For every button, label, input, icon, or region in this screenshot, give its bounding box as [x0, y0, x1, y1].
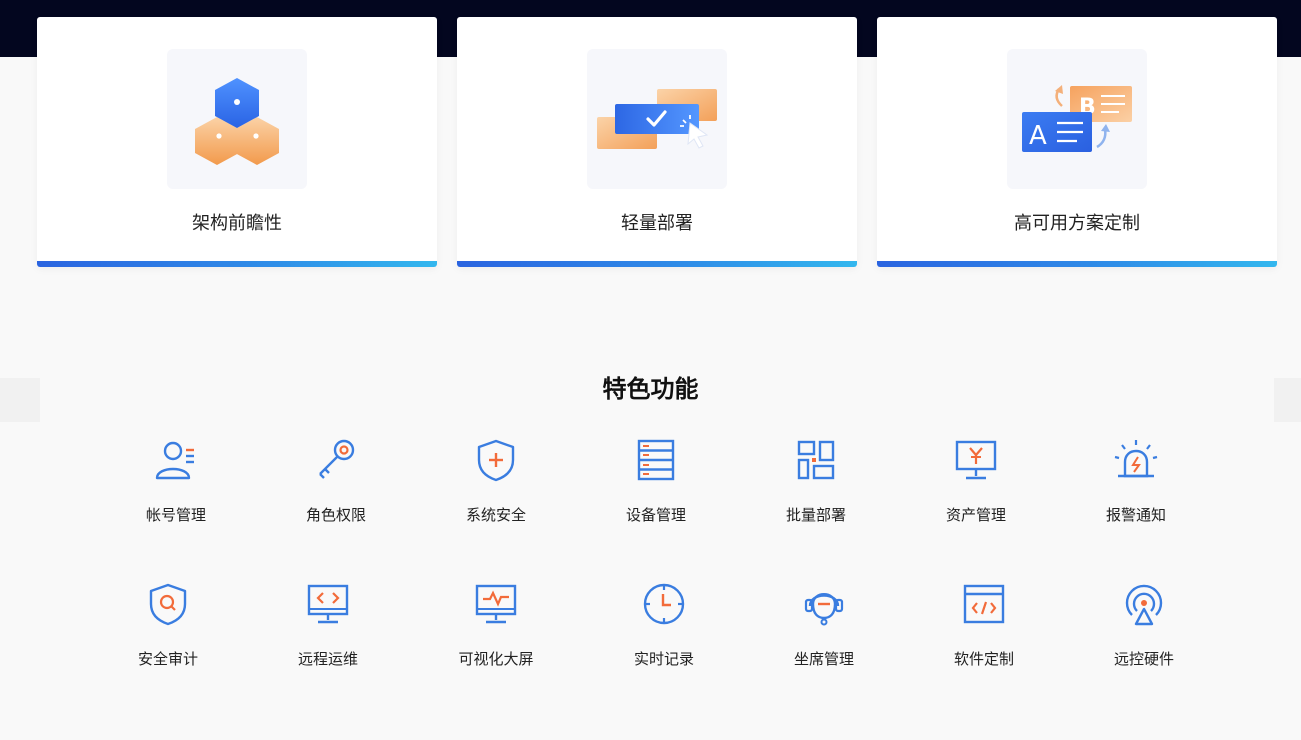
feature-label: 实时记录 [633, 650, 694, 668]
page: 架构前瞻性 轻量部署 B A 高可用方案定制 特色功能 帐号管理 角色权限 系统… [0, 0, 1301, 740]
monitor-pulse-icon [475, 584, 517, 624]
card-architecture[interactable]: 架构前瞻性 [37, 17, 437, 267]
card-high-availability[interactable]: B A 高可用方案定制 [877, 17, 1277, 267]
key-icon [319, 439, 355, 479]
feature-realtime-record[interactable]: 实时记录 [609, 582, 719, 682]
card-accent-bar [457, 261, 857, 267]
feature-role-permission[interactable]: 角色权限 [281, 438, 391, 538]
card-accent-bar [37, 261, 437, 267]
card-title: 架构前瞻性 [192, 213, 282, 234]
shield-search-icon [149, 583, 187, 626]
feature-label: 远控硬件 [1113, 650, 1174, 668]
deploy-check-icon [587, 49, 727, 189]
feature-label: 报警通知 [1105, 506, 1166, 524]
feature-label: 远程运维 [297, 650, 358, 668]
monitor-code-icon [307, 584, 349, 624]
feature-label: 系统安全 [465, 506, 526, 524]
feature-visual-dashboard[interactable]: 可视化大屏 [441, 582, 551, 682]
feature-account-management[interactable]: 帐号管理 [121, 438, 231, 538]
alarm-light-icon [1114, 440, 1158, 478]
account-icon [155, 441, 194, 480]
feature-security-audit[interactable]: 安全审计 [113, 582, 223, 682]
card-accent-bar [877, 261, 1277, 267]
feature-remote-hardware[interactable]: 远控硬件 [1089, 582, 1199, 682]
feature-asset-management[interactable]: 资产管理 [921, 438, 1031, 538]
feature-label: 资产管理 [945, 506, 1006, 524]
grid-blocks-icon [797, 440, 835, 480]
headset-icon [804, 593, 844, 626]
hexagon-cluster-icon [167, 49, 307, 189]
card-lightweight-deploy[interactable]: 轻量部署 [457, 17, 857, 267]
card-title: 轻量部署 [621, 213, 693, 234]
feature-label: 可视化大屏 [458, 650, 534, 668]
a-b-switch-icon: B A [1007, 49, 1147, 189]
feature-label: 角色权限 [305, 506, 366, 524]
feature-label: 批量部署 [785, 506, 846, 524]
feature-device-management[interactable]: 设备管理 [601, 438, 711, 538]
feature-seat-management[interactable]: 坐席管理 [769, 582, 879, 682]
feature-label: 设备管理 [625, 506, 686, 524]
feature-remote-operations[interactable]: 远程运维 [273, 582, 383, 682]
feature-batch-deploy[interactable]: 批量部署 [761, 438, 871, 538]
browser-code-icon [963, 584, 1005, 624]
shield-plus-icon [477, 439, 515, 482]
feature-software-customization[interactable]: 软件定制 [929, 582, 1039, 682]
feature-label: 帐号管理 [145, 506, 206, 524]
section-title: 特色功能 [602, 375, 699, 403]
feature-alarm-notification[interactable]: 报警通知 [1081, 438, 1191, 538]
feature-label: 软件定制 [953, 650, 1014, 668]
server-rack-icon [637, 439, 675, 481]
remote-signal-icon [1125, 584, 1163, 626]
feature-system-security[interactable]: 系统安全 [441, 438, 551, 538]
card-title: 高可用方案定制 [1014, 213, 1140, 234]
monitor-yen-icon [955, 440, 997, 480]
feature-label: 坐席管理 [793, 650, 854, 668]
svg-text:A: A [1029, 121, 1047, 151]
clock-icon [643, 583, 685, 625]
feature-label: 安全审计 [137, 650, 198, 668]
